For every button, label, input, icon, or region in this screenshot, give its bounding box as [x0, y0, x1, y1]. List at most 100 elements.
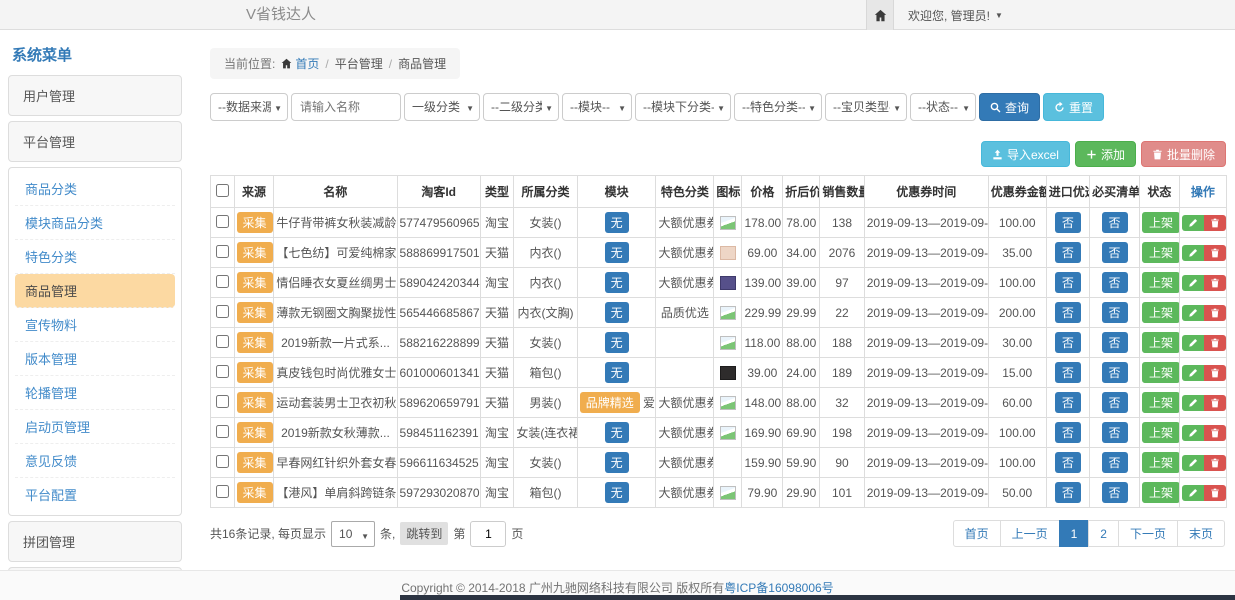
- row-checkbox[interactable]: [216, 245, 229, 258]
- edit-button[interactable]: [1182, 275, 1204, 291]
- import-optimal-toggle[interactable]: 否: [1055, 272, 1081, 293]
- module-none-badge[interactable]: 无: [605, 482, 629, 503]
- edit-button[interactable]: [1182, 365, 1204, 381]
- edit-button[interactable]: [1182, 335, 1204, 351]
- status-toggle[interactable]: 上架: [1142, 212, 1179, 233]
- row-checkbox[interactable]: [216, 275, 229, 288]
- edit-button[interactable]: [1182, 395, 1204, 411]
- edit-button[interactable]: [1182, 245, 1204, 261]
- import-optimal-toggle[interactable]: 否: [1055, 422, 1081, 443]
- sidebar-item-promo-material[interactable]: 宣传物料: [15, 308, 175, 342]
- icp-link[interactable]: 粤ICP备16098006号: [724, 581, 833, 595]
- batch-delete-button[interactable]: 批量删除: [1141, 141, 1226, 167]
- module-none-badge[interactable]: 无: [605, 302, 629, 323]
- import-optimal-toggle[interactable]: 否: [1055, 452, 1081, 473]
- module-none-badge[interactable]: 无: [605, 332, 629, 353]
- status-toggle[interactable]: 上架: [1142, 332, 1179, 353]
- delete-button[interactable]: [1204, 215, 1226, 231]
- delete-button[interactable]: [1204, 455, 1226, 471]
- must-buy-toggle[interactable]: 否: [1102, 302, 1128, 323]
- row-checkbox[interactable]: [216, 335, 229, 348]
- edit-button[interactable]: [1182, 305, 1204, 321]
- jump-button[interactable]: 跳转到: [400, 522, 448, 545]
- reset-button[interactable]: 重置: [1043, 93, 1104, 121]
- must-buy-toggle[interactable]: 否: [1102, 362, 1128, 383]
- import-excel-button[interactable]: 导入excel: [981, 141, 1070, 167]
- row-checkbox[interactable]: [216, 365, 229, 378]
- status-toggle[interactable]: 上架: [1142, 482, 1179, 503]
- module-none-badge[interactable]: 无: [605, 422, 629, 443]
- sidebar-item-goods-management[interactable]: 商品管理: [15, 274, 175, 308]
- delete-button[interactable]: [1204, 395, 1226, 411]
- filter-module-sub-select[interactable]: --模块下分类--▼: [635, 93, 731, 121]
- sidebar-item-platform-config[interactable]: 平台配置: [15, 478, 175, 511]
- sidebar-item-goods-category[interactable]: 商品分类: [15, 172, 175, 206]
- breadcrumb-platform[interactable]: 平台管理: [335, 55, 383, 72]
- page-1-button[interactable]: 1: [1059, 520, 1090, 547]
- sidebar-item-feature-category[interactable]: 特色分类: [15, 240, 175, 274]
- module-none-badge[interactable]: 无: [605, 212, 629, 233]
- module-none-badge[interactable]: 无: [605, 242, 629, 263]
- delete-button[interactable]: [1204, 335, 1226, 351]
- edit-button[interactable]: [1182, 485, 1204, 501]
- filter-module-select[interactable]: --模块--▼: [562, 93, 632, 121]
- import-optimal-toggle[interactable]: 否: [1055, 242, 1081, 263]
- sidebar-item-feedback[interactable]: 意见反馈: [15, 444, 175, 478]
- filter-item-type-select[interactable]: --宝贝类型--▼: [825, 93, 907, 121]
- must-buy-toggle[interactable]: 否: [1102, 422, 1128, 443]
- sidebar-item-module-goods-category[interactable]: 模块商品分类: [15, 206, 175, 240]
- sidebar-item-version-management[interactable]: 版本管理: [15, 342, 175, 376]
- module-none-badge[interactable]: 无: [605, 272, 629, 293]
- breadcrumb-home-link[interactable]: 首页: [281, 55, 319, 72]
- row-checkbox[interactable]: [216, 485, 229, 498]
- status-toggle[interactable]: 上架: [1142, 272, 1179, 293]
- search-button[interactable]: 查询: [979, 93, 1040, 121]
- must-buy-toggle[interactable]: 否: [1102, 482, 1128, 503]
- status-toggle[interactable]: 上架: [1142, 392, 1179, 413]
- import-optimal-toggle[interactable]: 否: [1055, 332, 1081, 353]
- prev-page-button[interactable]: 上一页: [1000, 520, 1060, 547]
- row-checkbox[interactable]: [216, 305, 229, 318]
- edit-button[interactable]: [1182, 455, 1204, 471]
- status-toggle[interactable]: 上架: [1142, 302, 1179, 323]
- delete-button[interactable]: [1204, 305, 1226, 321]
- must-buy-toggle[interactable]: 否: [1102, 392, 1128, 413]
- module-brand-badge[interactable]: 品牌精选: [580, 392, 640, 413]
- edit-button[interactable]: [1182, 215, 1204, 231]
- page-size-select[interactable]: 10▼: [331, 521, 375, 547]
- filter-status-select[interactable]: --状态--▼: [910, 93, 976, 121]
- home-button[interactable]: [866, 0, 894, 30]
- row-checkbox[interactable]: [216, 215, 229, 228]
- first-page-button[interactable]: 首页: [953, 520, 1001, 547]
- sidebar-item-carousel-management[interactable]: 轮播管理: [15, 376, 175, 410]
- import-optimal-toggle[interactable]: 否: [1055, 362, 1081, 383]
- page-number-input[interactable]: [470, 521, 506, 547]
- delete-button[interactable]: [1204, 275, 1226, 291]
- must-buy-toggle[interactable]: 否: [1102, 332, 1128, 353]
- import-optimal-toggle[interactable]: 否: [1055, 212, 1081, 233]
- import-optimal-toggle[interactable]: 否: [1055, 302, 1081, 323]
- next-page-button[interactable]: 下一页: [1118, 520, 1178, 547]
- page-2-button[interactable]: 2: [1088, 520, 1119, 547]
- sidebar-item-user-management[interactable]: 用户管理: [8, 75, 182, 116]
- last-page-button[interactable]: 末页: [1177, 520, 1225, 547]
- delete-button[interactable]: [1204, 485, 1226, 501]
- row-checkbox[interactable]: [216, 425, 229, 438]
- import-optimal-toggle[interactable]: 否: [1055, 392, 1081, 413]
- must-buy-toggle[interactable]: 否: [1102, 272, 1128, 293]
- status-toggle[interactable]: 上架: [1142, 452, 1179, 473]
- filter-data-source-select[interactable]: --数据来源--▼: [210, 93, 288, 121]
- delete-button[interactable]: [1204, 425, 1226, 441]
- add-button[interactable]: 添加: [1075, 141, 1136, 167]
- status-toggle[interactable]: 上架: [1142, 422, 1179, 443]
- must-buy-toggle[interactable]: 否: [1102, 212, 1128, 233]
- filter-level1-category-select[interactable]: 一级分类▼: [404, 93, 480, 121]
- sidebar-item-group-buy[interactable]: 拼团管理: [8, 521, 182, 562]
- row-checkbox[interactable]: [216, 455, 229, 468]
- must-buy-toggle[interactable]: 否: [1102, 452, 1128, 473]
- row-checkbox[interactable]: [216, 395, 229, 408]
- module-none-badge[interactable]: 无: [605, 452, 629, 473]
- must-buy-toggle[interactable]: 否: [1102, 242, 1128, 263]
- module-none-badge[interactable]: 无: [605, 362, 629, 383]
- sidebar-item-platform-management[interactable]: 平台管理: [8, 121, 182, 162]
